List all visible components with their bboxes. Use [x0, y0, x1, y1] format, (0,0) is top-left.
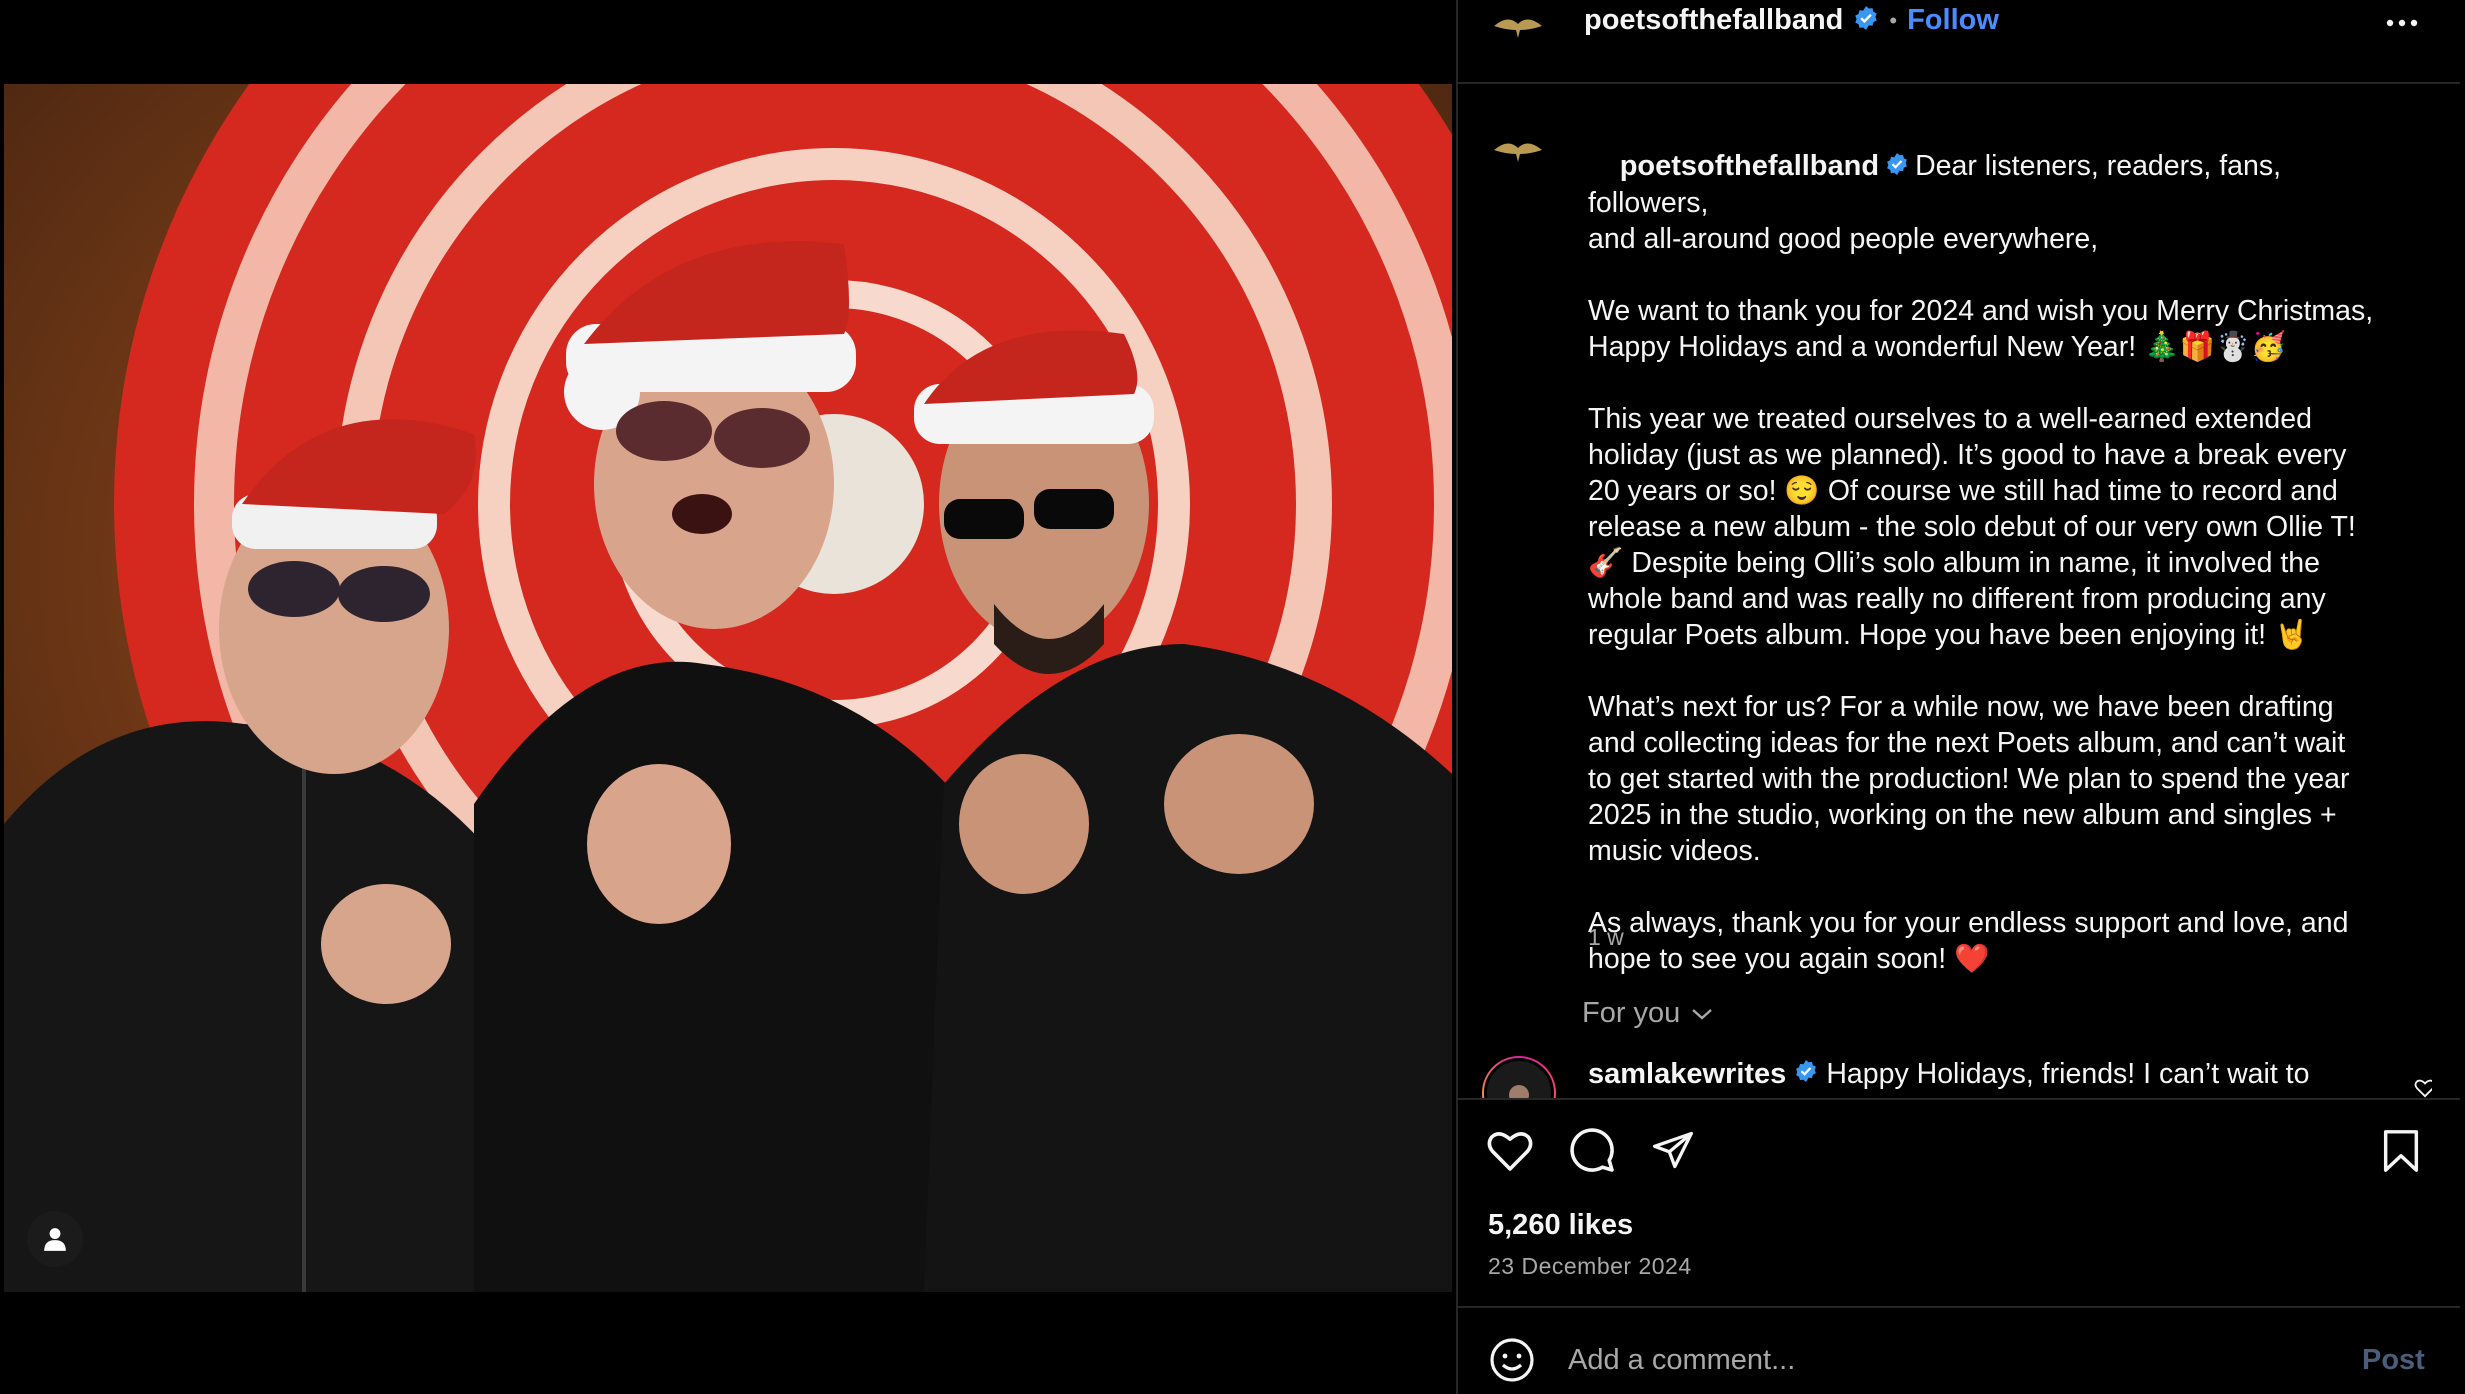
follow-button[interactable]: Follow — [1907, 4, 1999, 37]
caption-line: music videos. — [1588, 835, 1761, 868]
caption-author-username[interactable]: poetsofthefallband — [1620, 150, 1879, 182]
caption-line: regular Poets album. Hope you have been … — [1588, 619, 2310, 652]
caption-line: 20 years or so! 😌 Of course we still had… — [1588, 475, 2338, 508]
post-photo[interactable] — [4, 84, 1452, 1292]
caption-line: 🎸 Despite being Olli’s solo album in nam… — [1588, 547, 2320, 580]
post-comment-button[interactable]: Post — [2362, 1344, 2425, 1377]
caption-line: and collecting ideas for the next Poets … — [1588, 727, 2346, 760]
post-header: poetsofthefallband • Follow — [1458, 0, 2460, 84]
emoji-icon[interactable] — [1488, 1336, 1536, 1389]
comment-filter-label: For you — [1582, 997, 1681, 1029]
caption-line: Happy Holidays and a wonderful New Year!… — [1588, 331, 2287, 364]
author-avatar[interactable] — [1488, 0, 1548, 54]
comment-item: samlakewrites Happy Holidays, friends! I… — [1482, 1052, 2432, 1098]
more-options-icon[interactable] — [2382, 8, 2422, 43]
post-caption: poetsofthefallband Dear listeners, reader… — [1588, 112, 2378, 977]
comment-text: Happy Holidays, friends! I can’t wait to — [1826, 1058, 2310, 1090]
caption-line: to get started with the production! We p… — [1588, 763, 2350, 796]
comment-like-heart-icon[interactable] — [2414, 1078, 2432, 1098]
caption-line: release a new album - the solo debut of … — [1588, 511, 2356, 544]
caption-line: holiday (just as we planned). It’s good … — [1588, 439, 2347, 472]
actions-divider — [1458, 1098, 2460, 1100]
bookmark-icon[interactable] — [2380, 1128, 2422, 1179]
verified-badge-icon — [1853, 5, 1879, 36]
author-username[interactable]: poetsofthefallband — [1584, 4, 1843, 37]
caption-line: 2025 in the studio, working on the new a… — [1588, 799, 2337, 832]
commenter-avatar[interactable] — [1482, 1056, 1556, 1098]
chevron-down-icon — [1690, 997, 1714, 1030]
commenter-username[interactable]: samlakewrites — [1588, 1058, 1786, 1091]
like-count[interactable]: 5,260 likes — [1488, 1209, 1633, 1242]
caption-line: This year we treated ourselves to a well… — [1588, 403, 2312, 436]
caption-line: What’s next for us? For a while now, we … — [1588, 691, 2334, 724]
verified-badge-icon — [1794, 1058, 1818, 1091]
caption-line: and all-around good people everywhere, — [1588, 223, 2099, 256]
share-icon[interactable] — [1650, 1128, 1696, 1177]
caption-author-avatar[interactable] — [1488, 118, 1548, 178]
heart-icon[interactable] — [1486, 1128, 1534, 1177]
caption-line: whole band and was really no different f… — [1588, 583, 2326, 616]
comment-filter-dropdown[interactable]: For you — [1582, 997, 1714, 1030]
caption-line: As always, thank you for your endless su… — [1588, 907, 2349, 940]
header-dot: • — [1889, 7, 1898, 33]
post-media[interactable] — [0, 0, 1456, 1394]
post-relative-time[interactable]: 1 w — [1588, 924, 1624, 951]
user-tag-icon[interactable] — [27, 1211, 83, 1267]
comment-input[interactable]: Add a comment... — [1568, 1344, 1795, 1377]
composer-divider — [1458, 1306, 2460, 1308]
caption-line: hope to see you again soon! ❤️ — [1588, 943, 1990, 976]
comment-icon[interactable] — [1568, 1126, 1616, 1179]
verified-badge-icon — [1885, 149, 1909, 185]
caption-line: We want to thank you for 2024 and wish y… — [1588, 295, 2374, 328]
post-date[interactable]: 23 December 2024 — [1488, 1253, 1692, 1280]
post-details-panel: poetsofthefallband • Follow poetsofthefa… — [1458, 0, 2465, 1394]
